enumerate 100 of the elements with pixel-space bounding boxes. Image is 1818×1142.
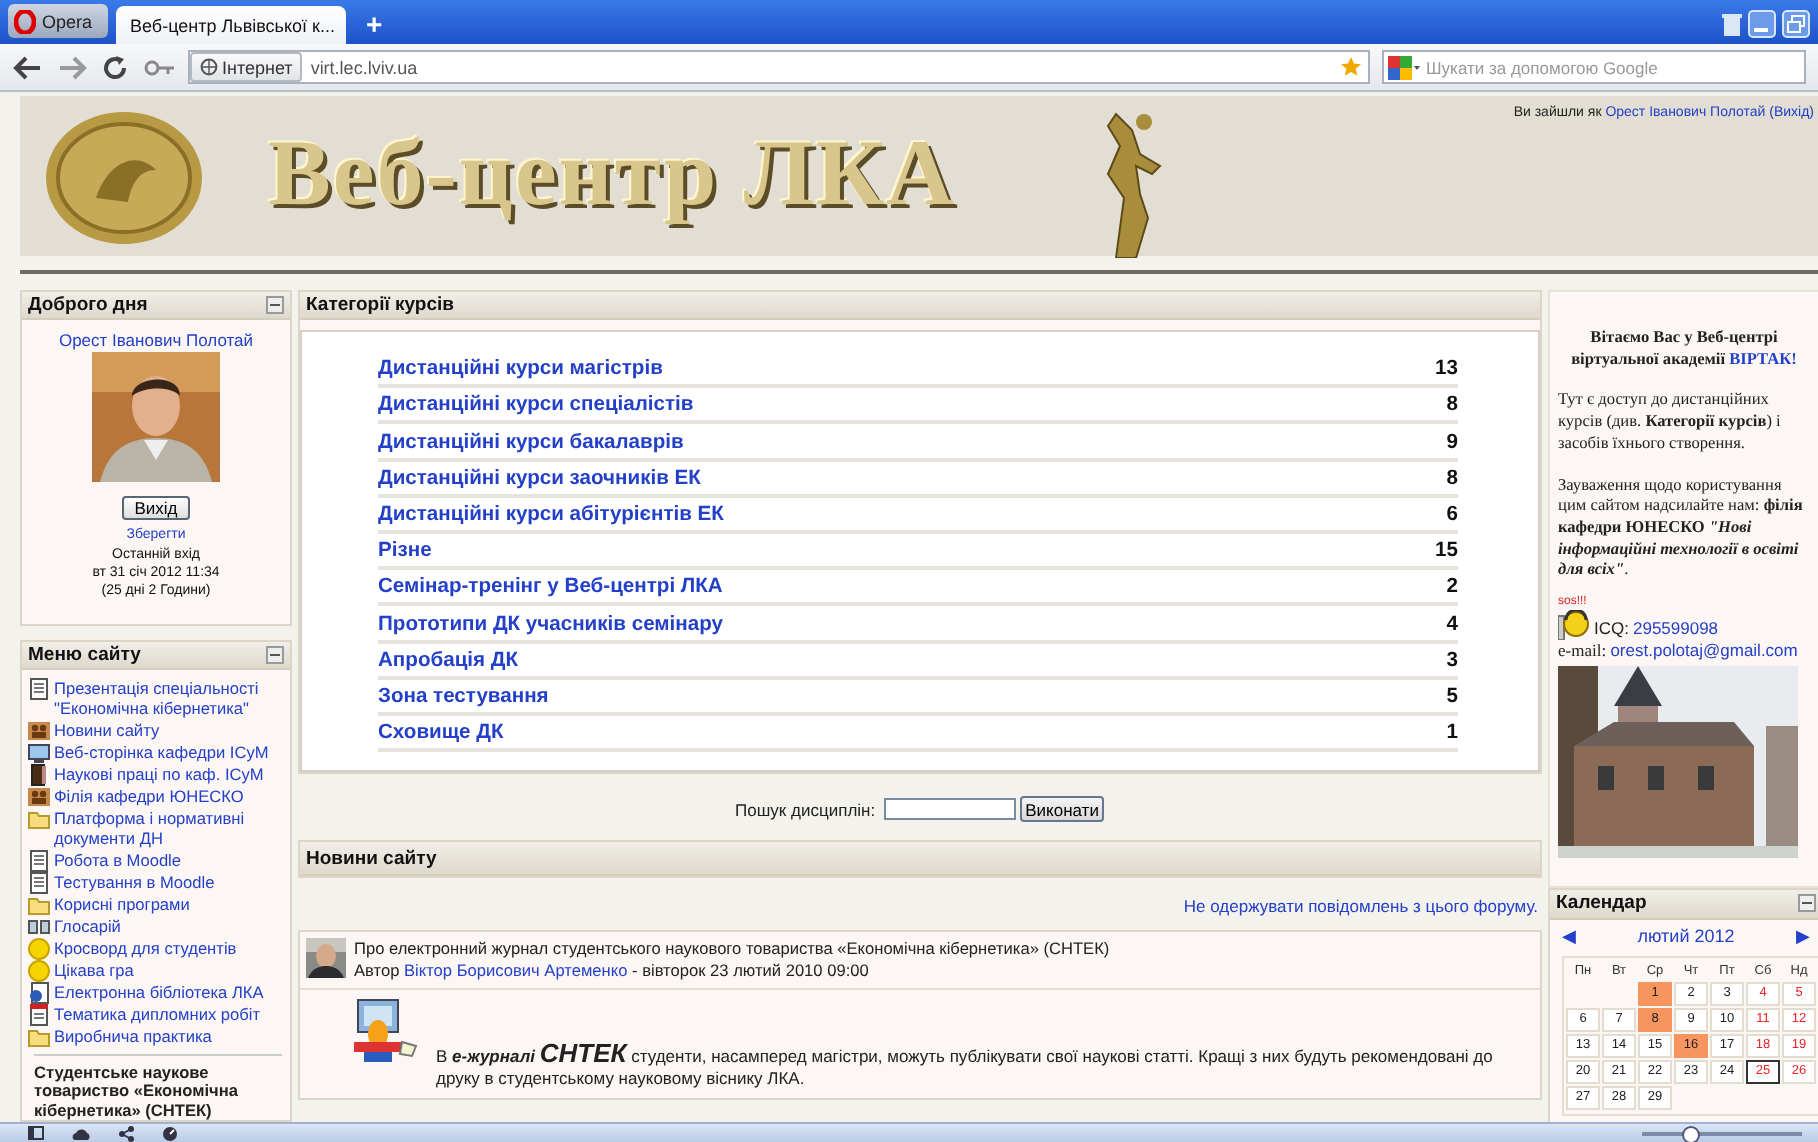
course-count: 1 bbox=[1446, 720, 1458, 747]
search-label: Пошук дисциплін: bbox=[735, 799, 876, 820]
unsubscribe-link[interactable]: Не одержувати повідомлень з цього форуму. bbox=[1183, 896, 1538, 917]
people-icon bbox=[28, 719, 50, 742]
page-icon bbox=[28, 871, 50, 894]
slider-thumb[interactable] bbox=[1682, 1125, 1700, 1142]
opera-menu-button[interactable]: Opera bbox=[8, 4, 109, 38]
book-icon bbox=[28, 763, 50, 786]
collapse-icon[interactable] bbox=[266, 646, 284, 664]
academy-link[interactable]: ВІРТАК! bbox=[1729, 349, 1797, 368]
menu-link[interactable]: Новини сайту bbox=[54, 719, 160, 741]
search-field[interactable] bbox=[883, 798, 1016, 821]
post-text: В е-журналі СНТЕК студенти, насамперед магістри, можуть публікувати свої наукові статті. Кращі з них будуть рекомендовані до друку в студентському науковому віснику ЛКА. bbox=[434, 1042, 1495, 1091]
browser-tab[interactable]: Веб-центр Львівської к... bbox=[116, 6, 347, 44]
page-icon bbox=[28, 678, 50, 700]
search-button[interactable]: Виконати bbox=[1019, 796, 1105, 823]
icq-label: ICQ: bbox=[1594, 618, 1629, 641]
search-engine-icon[interactable] bbox=[1388, 55, 1420, 79]
smiley-icon bbox=[28, 937, 50, 960]
menu-link[interactable]: Кросворд для студентів bbox=[54, 937, 237, 959]
menu-link[interactable]: Глосарій bbox=[54, 915, 121, 937]
address-field[interactable]: virt.lec.lviv.ua bbox=[310, 57, 1332, 77]
cloud-icon[interactable] bbox=[72, 1127, 90, 1139]
search-input[interactable]: Шукати за допомогою Google bbox=[1426, 57, 1786, 77]
menu-link[interactable]: Тематика дипломних робіт bbox=[54, 1003, 261, 1025]
category-link[interactable]: Дистанційні курси бакалаврів bbox=[378, 429, 684, 456]
glossary-icon bbox=[28, 915, 50, 938]
site-title: Веб-центр ЛКА bbox=[268, 120, 956, 228]
menu-link[interactable]: Тестування в Moodle bbox=[54, 871, 215, 893]
trash-icon[interactable] bbox=[1722, 13, 1742, 35]
logout-button[interactable]: Вихід bbox=[122, 496, 190, 520]
menu-link[interactable]: Платформа і нормативні документи ДН bbox=[54, 807, 286, 850]
menu-link[interactable]: Цікава гра bbox=[54, 959, 134, 981]
menu-link[interactable]: Робота в Moodle bbox=[54, 849, 182, 871]
category-link[interactable]: Сховище ДК bbox=[378, 720, 504, 747]
post-meta: Автор Віктор Борисович Артеменко - вівторок 23 лютий 2010 09:00 bbox=[354, 960, 871, 983]
forward-icon[interactable] bbox=[56, 53, 88, 81]
course-count: 6 bbox=[1446, 501, 1458, 528]
collapse-icon[interactable] bbox=[1798, 894, 1816, 913]
menu-link[interactable]: Веб-сторінка кафедри ІСуМ bbox=[54, 741, 269, 763]
course-count: 3 bbox=[1446, 647, 1458, 674]
monitor-icon bbox=[28, 741, 50, 764]
menu-link[interactable]: Наукові праці по каф. ІСуМ bbox=[54, 763, 264, 785]
course-count: 8 bbox=[1446, 392, 1458, 419]
restore-icon[interactable] bbox=[1782, 10, 1810, 38]
feedback-text: Зауваження щодо користування цим сайтом надсилайте нам: філія кафедри ЮНЕСКО "Нові інформаційні технології в освіті для всіх". bbox=[1558, 475, 1805, 583]
category-link[interactable]: Прототипи ДК учасників семінару bbox=[378, 611, 723, 637]
post-subject: Про електронний журнал студентського наукового товариства «Економічна кібернетика» (СНТЕК) bbox=[354, 938, 1110, 961]
panel-icon[interactable] bbox=[28, 1126, 44, 1140]
share-icon[interactable] bbox=[118, 1125, 134, 1141]
page-icon bbox=[28, 849, 50, 872]
category-link[interactable]: Дистанційні курси заочників ЕК bbox=[378, 465, 701, 492]
author-link[interactable]: Віктор Борисович Артеменко bbox=[404, 960, 628, 981]
people-icon bbox=[28, 785, 50, 808]
access-text: Тут є доступ до дистанційних курсів (див. Категорії курсів) і засобів їхнього створення. bbox=[1558, 390, 1783, 456]
folder-icon bbox=[28, 1025, 50, 1048]
smiley-icon bbox=[28, 959, 50, 982]
minimize-icon[interactable] bbox=[1748, 10, 1776, 38]
previous-month-button[interactable]: ◀ bbox=[1562, 925, 1576, 946]
category-link[interactable]: Дистанційні курси магістрів bbox=[378, 356, 663, 383]
speedometer-icon[interactable] bbox=[162, 1125, 178, 1141]
user-link[interactable]: Орест Іванович Полотай bbox=[58, 330, 254, 350]
folder-icon bbox=[28, 893, 50, 916]
folder-icon bbox=[28, 807, 50, 830]
ring-logo-icon bbox=[14, 9, 36, 33]
reload-icon[interactable] bbox=[100, 53, 132, 81]
category-link[interactable]: Семінар-тренінг у Веб-центрі ЛКА bbox=[378, 574, 723, 601]
block-title: Меню сайту bbox=[28, 644, 141, 666]
course-count: 5 bbox=[1446, 683, 1458, 710]
disc-page-icon bbox=[28, 981, 50, 1004]
block-title: Доброго дня bbox=[28, 294, 148, 316]
block-title: Календар bbox=[1556, 892, 1647, 915]
icq-link[interactable]: 295599098 bbox=[1632, 618, 1719, 641]
collapse-icon[interactable] bbox=[266, 296, 284, 314]
search-field[interactable]: Шукати за допомогою Google bbox=[1382, 50, 1806, 84]
menu-link[interactable]: Філія кафедри ЮНЕСКО bbox=[54, 785, 244, 807]
back-icon[interactable] bbox=[12, 53, 44, 81]
new-tab-button[interactable]: + bbox=[354, 8, 395, 40]
menu-link[interactable]: Корисні програми bbox=[54, 893, 190, 915]
category-link[interactable]: Дистанційні курси спеціалістів bbox=[378, 392, 694, 419]
category-link[interactable]: Апробація ДК bbox=[378, 647, 519, 674]
menu-link[interactable]: Презентація спеціальності "Економічна кібернетика" bbox=[54, 678, 286, 720]
course-count: 13 bbox=[1435, 356, 1458, 383]
next-month-button[interactable]: ▶ bbox=[1795, 925, 1810, 946]
menu-link[interactable]: Виробнича практика bbox=[54, 1025, 212, 1047]
category-link[interactable]: Дистанційні курси абітурієнтів ЕК bbox=[378, 501, 724, 528]
security-badge[interactable]: Інтернет bbox=[190, 52, 303, 82]
course-count: 9 bbox=[1446, 429, 1458, 456]
star-icon[interactable] bbox=[1340, 56, 1362, 78]
menu-link[interactable]: Електронна бібліотека ЛКА bbox=[54, 981, 264, 1003]
category-link[interactable]: Різне bbox=[378, 538, 432, 565]
email-link[interactable]: orest.polotaj@gmail.com bbox=[1610, 640, 1798, 661]
block-title: Новини сайту bbox=[306, 847, 437, 870]
computer-figure-icon bbox=[348, 998, 420, 1067]
category-link[interactable]: Зона тестування bbox=[378, 683, 549, 710]
course-count: 4 bbox=[1446, 611, 1458, 637]
month-title[interactable]: лютий 2012 bbox=[1637, 925, 1735, 946]
email-label: e-mail: bbox=[1558, 640, 1607, 661]
course-count: 8 bbox=[1446, 465, 1458, 492]
document-icon bbox=[28, 1003, 50, 1026]
